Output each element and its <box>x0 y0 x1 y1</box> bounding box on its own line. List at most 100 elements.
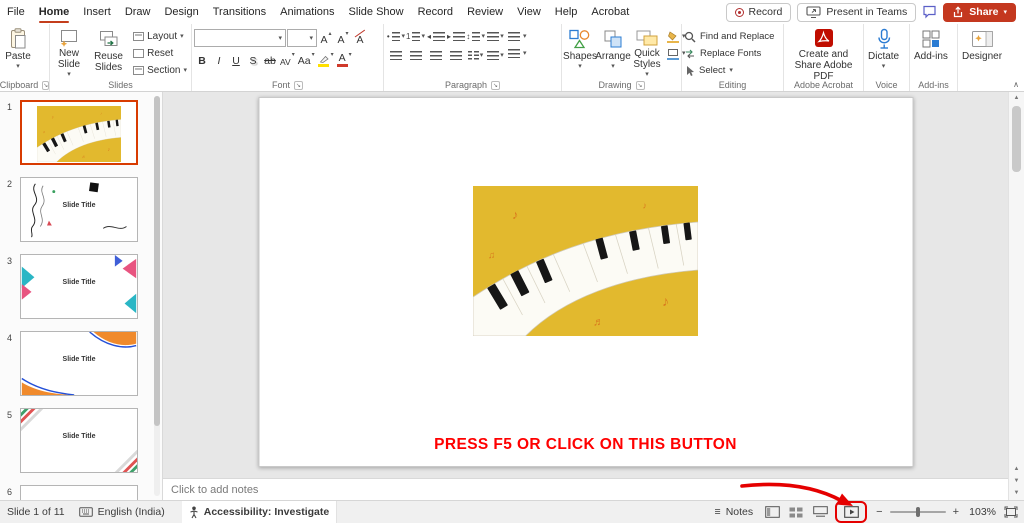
dialog-launcher-icon[interactable]: ↘ <box>294 81 303 90</box>
increase-indent-button[interactable]: ▸ <box>446 29 465 44</box>
panel-scrollbar-thumb[interactable] <box>154 96 160 426</box>
piano-keys-image[interactable] <box>473 186 699 336</box>
reading-view-button[interactable] <box>808 501 832 523</box>
justify-button[interactable] <box>446 48 465 63</box>
slide-show-view-button[interactable] <box>844 503 859 521</box>
tab-draw[interactable]: Draw <box>118 0 158 24</box>
new-slide-button[interactable]: New Slide ▾ <box>52 26 86 78</box>
font-size-combo[interactable]: ▾ <box>287 29 317 47</box>
tab-animations[interactable]: Animations <box>273 0 341 24</box>
decrease-indent-button[interactable]: ◂ <box>426 29 445 44</box>
align-right-button[interactable] <box>426 48 445 63</box>
tab-transitions[interactable]: Transitions <box>206 0 273 24</box>
zoom-slider-thumb[interactable] <box>916 507 920 517</box>
slide-thumbnail-6[interactable]: 6 <box>0 485 152 500</box>
paste-button[interactable]: Paste ▾ <box>2 26 34 78</box>
line-spacing-button[interactable]: ↕▾ <box>466 29 485 44</box>
align-text-button[interactable]: ▾ <box>486 48 505 63</box>
text-shadow-button[interactable]: S <box>245 51 261 68</box>
align-center-button[interactable] <box>406 48 425 63</box>
tab-view[interactable]: View <box>510 0 548 24</box>
accessibility-status[interactable]: Accessibility: Investigate <box>182 501 337 523</box>
zoom-in-button[interactable]: + <box>953 506 959 518</box>
dictate-button[interactable]: Dictate ▾ <box>866 26 901 78</box>
bold-button[interactable]: B <box>194 51 210 68</box>
font-color-button[interactable]: A ▾ <box>336 51 353 68</box>
replace-fonts-button[interactable]: Replace Fonts <box>684 46 774 61</box>
tab-insert[interactable]: Insert <box>76 0 118 24</box>
section-button[interactable]: Section ▾ <box>131 63 189 78</box>
thumbnail-canvas[interactable]: Slide Title <box>20 331 138 396</box>
slide-thumbnail-4[interactable]: 4 Slide Title <box>0 331 152 396</box>
text-direction-menu-button[interactable]: ▾ <box>506 29 529 44</box>
shrink-font-button[interactable]: A▾ <box>335 30 351 47</box>
share-button[interactable]: Share ▾ <box>943 3 1016 22</box>
tab-file[interactable]: File <box>0 0 32 24</box>
tab-slide-show[interactable]: Slide Show <box>342 0 411 24</box>
panel-scrollbar[interactable] <box>154 96 160 496</box>
numbering-button[interactable]: 1▾ <box>406 29 425 44</box>
normal-view-button[interactable] <box>760 501 784 523</box>
addins-button[interactable]: Add-ins <box>912 26 950 78</box>
comments-icon[interactable] <box>922 5 937 19</box>
language-selector[interactable]: English (India) <box>72 501 172 523</box>
reset-button[interactable]: Reset <box>131 46 189 61</box>
thumbnail-canvas[interactable]: Slide Title <box>20 254 138 319</box>
slide-thumbnail-1[interactable]: 1 <box>0 100 152 165</box>
previous-slide-button[interactable]: ▲ <box>1009 463 1024 475</box>
present-in-teams-button[interactable]: Present in Teams <box>797 3 916 22</box>
slide-canvas[interactable]: PRESS F5 OR CLICK ON THIS BUTTON <box>258 97 913 467</box>
change-case-button[interactable]: Aa▾ <box>297 51 316 68</box>
bullets-button[interactable]: •▾ <box>386 29 405 44</box>
tab-review[interactable]: Review <box>460 0 510 24</box>
columns-button[interactable]: ▾ <box>466 48 485 63</box>
vertical-scrollbar[interactable]: ▲ ▲ ▼ ▼ <box>1008 92 1024 500</box>
scroll-up-icon[interactable]: ▲ <box>1009 92 1024 104</box>
scroll-down-icon[interactable]: ▼ <box>1009 487 1024 499</box>
tab-acrobat[interactable]: Acrobat <box>584 0 636 24</box>
collapse-ribbon-icon[interactable]: ∧ <box>1013 80 1019 89</box>
designer-button[interactable]: Designer <box>960 26 1004 78</box>
reuse-slides-button[interactable]: Reuse Slides <box>87 26 130 78</box>
find-replace-button[interactable]: Find and Replace <box>684 29 774 44</box>
text-highlight-button[interactable]: ▾ <box>317 51 335 68</box>
next-slide-button[interactable]: ▼ <box>1009 475 1024 487</box>
create-share-pdf-button[interactable]: Create and Share Adobe PDF <box>786 26 861 78</box>
quick-styles-button[interactable]: Quick Styles ▾ <box>630 26 664 78</box>
layout-button[interactable]: Layout ▾ <box>131 29 189 44</box>
tab-record[interactable]: Record <box>411 0 460 24</box>
tab-design[interactable]: Design <box>157 0 205 24</box>
notes-pane[interactable]: Click to add notes <box>163 478 1008 500</box>
strikethrough-button[interactable]: ab <box>262 51 278 68</box>
dialog-launcher-icon[interactable]: ↘ <box>491 81 500 90</box>
text-direction-button[interactable]: ▾ <box>486 29 505 44</box>
grow-font-button[interactable]: A▴ <box>318 30 334 47</box>
clear-formatting-button[interactable]: A <box>352 30 368 47</box>
dialog-launcher-icon[interactable]: ↘ <box>42 81 49 90</box>
thumbnail-canvas[interactable] <box>20 485 138 500</box>
slide-sorter-view-button[interactable] <box>784 501 808 523</box>
scrollbar-thumb[interactable] <box>1012 106 1021 172</box>
slide-indicator[interactable]: Slide 1 of 11 <box>0 501 72 523</box>
slide-thumbnail-2[interactable]: 2 Slide Title <box>0 177 152 242</box>
thumbnail-canvas[interactable]: Slide Title <box>20 408 138 473</box>
zoom-level[interactable]: 103% <box>966 506 996 518</box>
zoom-out-button[interactable]: − <box>876 506 882 518</box>
tab-help[interactable]: Help <box>548 0 585 24</box>
thumbnail-canvas[interactable] <box>20 100 138 165</box>
slide-thumbnail-3[interactable]: 3 Slide Title <box>0 254 152 319</box>
font-name-combo[interactable]: ▾ <box>194 29 286 47</box>
notes-toggle[interactable]: ≡ Notes <box>708 501 761 523</box>
zoom-slider[interactable] <box>890 511 946 513</box>
underline-button[interactable]: U <box>228 51 244 68</box>
fit-slide-to-window-button[interactable] <box>1002 506 1024 518</box>
record-button[interactable]: Record <box>726 3 792 22</box>
slide-caption-text[interactable]: PRESS F5 OR CLICK ON THIS BUTTON <box>259 436 912 454</box>
character-spacing-button[interactable]: AV▾ <box>279 51 296 68</box>
tab-home[interactable]: Home <box>32 0 77 24</box>
italic-button[interactable]: I <box>211 51 227 68</box>
align-left-button[interactable] <box>386 48 405 63</box>
thumbnail-canvas[interactable]: Slide Title <box>20 177 138 242</box>
arrange-button[interactable]: Arrange ▾ <box>597 26 629 78</box>
convert-to-smartart-button[interactable]: ▾ <box>506 46 529 61</box>
